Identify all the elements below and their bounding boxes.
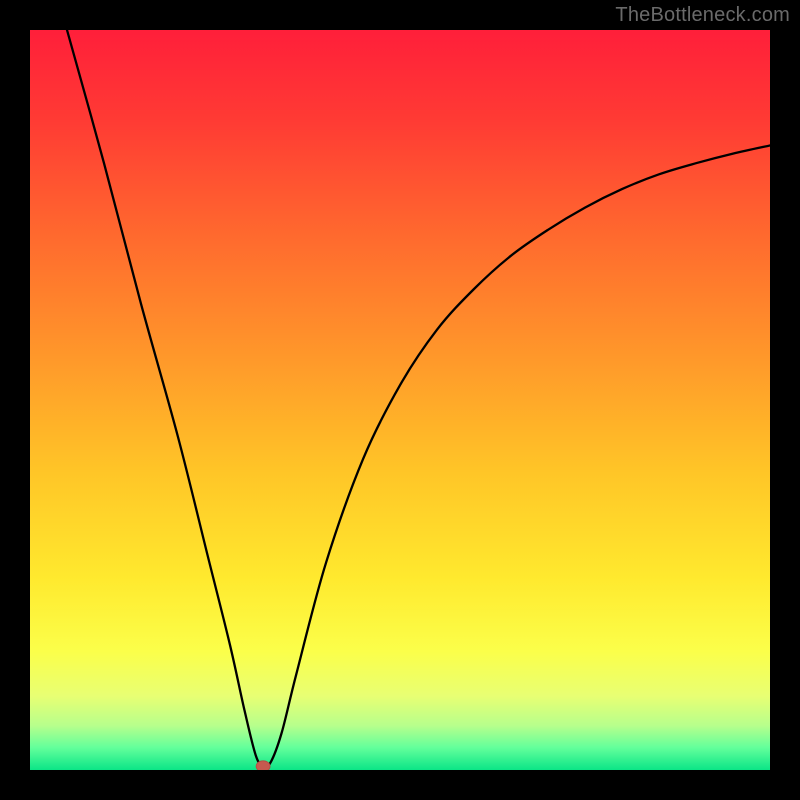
chart-frame: TheBottleneck.com bbox=[0, 0, 800, 800]
gradient-background bbox=[30, 30, 770, 770]
watermark-text: TheBottleneck.com bbox=[615, 4, 790, 27]
optimum-marker bbox=[256, 761, 270, 770]
chart-svg bbox=[30, 30, 770, 770]
plot-area bbox=[30, 30, 770, 770]
